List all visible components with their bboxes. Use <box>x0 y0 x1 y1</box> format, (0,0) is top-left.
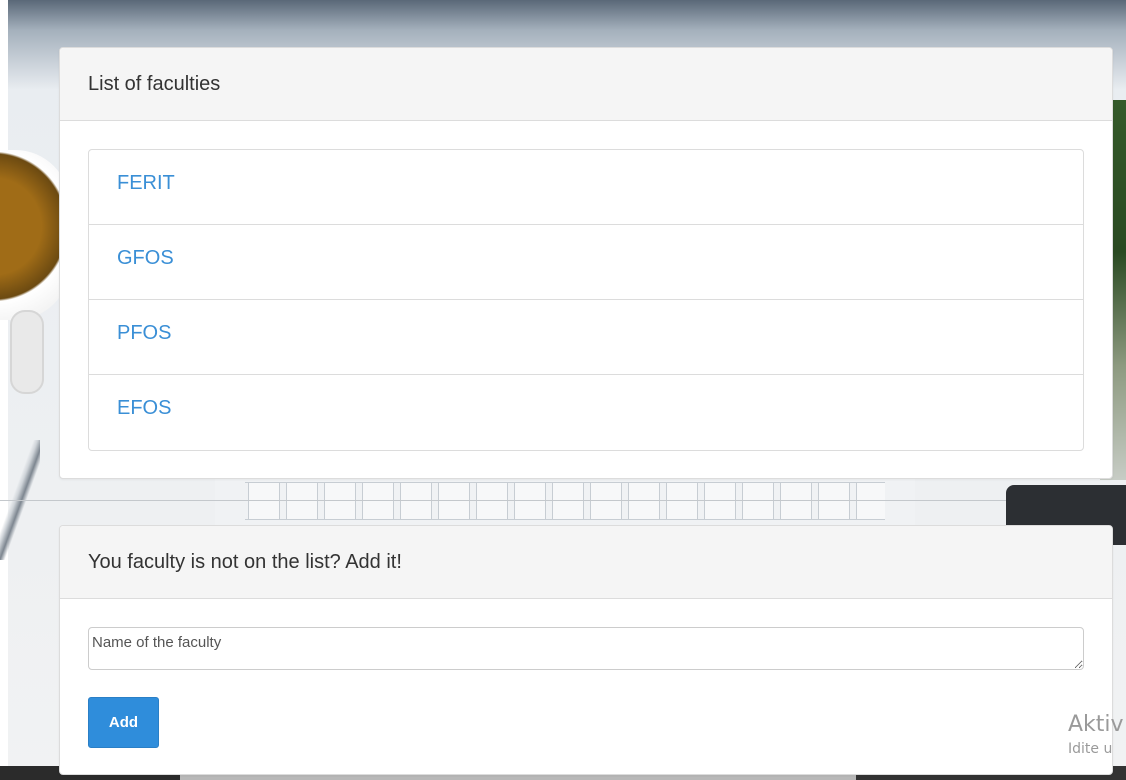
keyboard-keys-image <box>245 482 885 520</box>
faculty-link-pfos[interactable]: PFOS <box>89 300 1083 375</box>
watermark-line-1: Aktiv <box>1068 712 1124 737</box>
faculty-link-efos[interactable]: EFOS <box>89 375 1083 450</box>
faculties-panel-title: List of faculties <box>60 48 1112 121</box>
watermark-line-2: Idite u <box>1068 741 1113 757</box>
faculty-link-ferit[interactable]: FERIT <box>89 150 1083 225</box>
background-edge <box>0 0 8 780</box>
cup-handle-image <box>10 310 44 394</box>
faculty-link-gfos[interactable]: GFOS <box>89 225 1083 300</box>
faculty-name-input[interactable] <box>88 627 1084 670</box>
add-faculty-form: Add <box>60 599 1112 748</box>
activation-watermark: Aktiv Idite u <box>1068 712 1124 757</box>
add-faculty-panel-title: You faculty is not on the list? Add it! <box>60 526 1112 599</box>
add-button[interactable]: Add <box>88 697 159 748</box>
faculty-list: FERIT GFOS PFOS EFOS <box>88 149 1084 451</box>
faculties-panel: List of faculties FERIT GFOS PFOS EFOS <box>59 47 1113 479</box>
background-divider <box>0 500 1126 501</box>
add-faculty-panel: You faculty is not on the list? Add it! … <box>59 525 1113 775</box>
